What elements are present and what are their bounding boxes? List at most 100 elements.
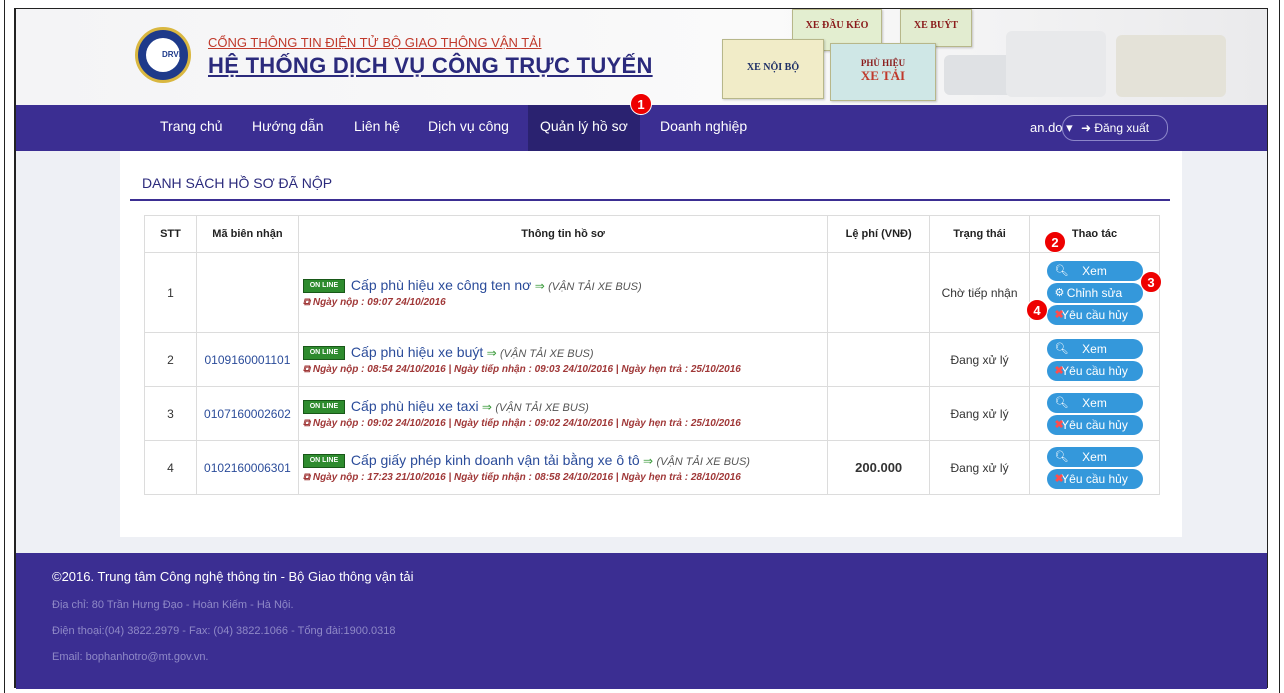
nav-doanh-nghiep[interactable]: Doanh nghiệp bbox=[648, 105, 759, 151]
row-info: ON LINE Cấp phù hiệu xe buýt ⇒ (VẬN TẢI X… bbox=[297, 332, 829, 387]
table-row: 1 ON LINE Cấp phù hiệu xe công ten nơ ⇒ (… bbox=[144, 252, 1160, 333]
row-dates: ⧉ Ngày nộp : 09:02 24/10/2016 | Ngày tiế… bbox=[302, 418, 741, 430]
card-xe-tai: PHÙ HIỆU XE TẢI bbox=[830, 43, 936, 101]
arrow-icon: ⇒ bbox=[643, 453, 654, 468]
row-status: Đang xử lý bbox=[929, 332, 1030, 387]
row-stt: 3 bbox=[144, 386, 197, 441]
row-code[interactable] bbox=[195, 252, 299, 333]
nav-dich-vu-cong[interactable]: Dịch vụ công bbox=[416, 105, 521, 151]
row-status: Chờ tiếp nhận bbox=[929, 252, 1030, 333]
view-button[interactable]: 🔍︎ Xem bbox=[1046, 446, 1143, 467]
col-ma-bien-nhan: Mã biên nhận bbox=[195, 215, 299, 253]
step-badge-4: 4 bbox=[1026, 299, 1048, 321]
service-link[interactable]: Cấp phù hiệu xe taxi bbox=[351, 398, 479, 414]
close-icon: ✖ bbox=[1054, 308, 1064, 321]
system-title[interactable]: HỆ THỐNG DỊCH VỤ CÔNG TRỰC TUYẾN bbox=[208, 53, 653, 79]
cancel-request-button[interactable]: ✖ Yêu cầu hủy bbox=[1046, 360, 1143, 381]
submitted-dossier-panel: DANH SÁCH HỒ SƠ ĐÃ NỘP STT Mã biên nhận … bbox=[120, 151, 1182, 537]
card-xe-buyt: XE BUÝT bbox=[900, 9, 972, 47]
service-category: (VẬN TẢI XE BUS) bbox=[495, 401, 589, 414]
search-icon: 🔍︎ bbox=[1054, 396, 1069, 409]
service-category: (VẬN TẢI XE BUS) bbox=[548, 280, 642, 293]
cancel-request-button[interactable]: ✖ Yêu cầu hủy bbox=[1046, 414, 1143, 435]
view-button[interactable]: 🔍︎ Xem bbox=[1046, 260, 1143, 281]
row-actions: 🔍︎ Xem ⚙ Chỉnh sửa ✖ Yêu cầu hủy bbox=[1029, 252, 1160, 333]
row-code[interactable]: 0102160006301 bbox=[195, 440, 299, 495]
row-code[interactable]: 0107160002602 bbox=[195, 386, 299, 441]
portal-title[interactable]: CỔNG THÔNG TIN ĐIỆN TỬ BỘ GIAO THÔNG VẬN… bbox=[208, 35, 542, 50]
card-xe-noi-bo: XE NỘI BỘ bbox=[722, 39, 824, 99]
table-row: 3 0107160002602 ON LINE Cấp phù hiệu xe t… bbox=[144, 386, 1160, 441]
close-icon: ✖ bbox=[1054, 364, 1064, 377]
header-banner: DRVN CỔNG THÔNG TIN ĐIỆN TỬ BỘ GIAO THÔN… bbox=[16, 9, 1267, 105]
nav-quan-ly-ho-so[interactable]: Quản lý hồ sơ bbox=[528, 105, 640, 151]
gear-icon: ⚙ bbox=[1054, 286, 1065, 299]
view-button[interactable]: 🔍︎ Xem bbox=[1046, 392, 1143, 413]
row-actions: 🔍︎ Xem ✖ Yêu cầu hủy bbox=[1029, 332, 1160, 387]
service-category: (VẬN TẢI XE BUS) bbox=[500, 347, 594, 360]
step-badge-3: 3 bbox=[1140, 271, 1162, 293]
cancel-request-button[interactable]: ✖ Yêu cầu hủy bbox=[1046, 304, 1143, 325]
footer-address: Địa chỉ: 80 Trần Hưng Đạo - Hoàn Kiếm - … bbox=[52, 599, 294, 611]
row-code[interactable]: 0109160001101 bbox=[195, 332, 299, 387]
col-thong-tin-ho-so: Thông tin hồ sơ bbox=[297, 215, 829, 253]
online-icon: ON LINE bbox=[302, 454, 345, 469]
cancel-request-button[interactable]: ✖ Yêu cầu hủy bbox=[1046, 468, 1143, 489]
drvn-logo[interactable]: DRVN bbox=[135, 27, 191, 83]
row-fee bbox=[827, 386, 931, 441]
logout-button[interactable]: ➜ Đăng xuất bbox=[1062, 115, 1168, 141]
truck-image bbox=[1006, 31, 1106, 97]
view-button[interactable]: 🔍︎ Xem bbox=[1046, 338, 1143, 359]
close-icon: ✖ bbox=[1054, 472, 1064, 485]
row-stt: 1 bbox=[144, 252, 197, 333]
panel-divider bbox=[130, 199, 1170, 201]
row-dates: ⧉ Ngày nộp : 17:23 21/10/2016 | Ngày tiế… bbox=[302, 472, 741, 484]
search-icon: 🔍︎ bbox=[1054, 450, 1069, 463]
nav-trang-chu[interactable]: Trang chủ bbox=[148, 105, 235, 151]
online-icon: ON LINE bbox=[302, 279, 345, 294]
logout-icon: ➜ bbox=[1080, 121, 1095, 135]
truck-image bbox=[944, 55, 1014, 95]
row-dates: ⧉ Ngày nộp : 08:54 24/10/2016 | Ngày tiế… bbox=[302, 364, 741, 376]
step-badge-2: 2 bbox=[1044, 231, 1066, 253]
edit-button[interactable]: ⚙ Chỉnh sửa bbox=[1046, 282, 1143, 303]
online-icon: ON LINE bbox=[302, 346, 345, 361]
dossier-table: STT Mã biên nhận Thông tin hồ sơ Lệ phí … bbox=[144, 215, 1160, 495]
row-info: ON LINE Cấp phù hiệu xe công ten nơ ⇒ (VẬ… bbox=[297, 252, 829, 333]
row-info: ON LINE Cấp phù hiệu xe taxi ⇒ (VẬN TẢI X… bbox=[297, 386, 829, 441]
row-dates: ⧉ Ngày nộp : 09:07 24/10/2016 bbox=[302, 297, 446, 309]
service-link[interactable]: Cấp phù hiệu xe công ten nơ bbox=[351, 277, 531, 293]
browser-frame: DRVN CỔNG THÔNG TIN ĐIỆN TỬ BỘ GIAO THÔN… bbox=[14, 8, 1268, 689]
row-actions: 🔍︎ Xem ✖ Yêu cầu hủy bbox=[1029, 440, 1160, 495]
service-link[interactable]: Cấp phù hiệu xe buýt bbox=[351, 344, 483, 360]
close-icon: ✖ bbox=[1054, 418, 1064, 431]
footer-email[interactable]: Email: bophanhotro@mt.gov.vn. bbox=[52, 651, 209, 663]
row-fee bbox=[827, 252, 931, 333]
search-icon: 🔍︎ bbox=[1054, 342, 1069, 355]
table-header-row: STT Mã biên nhận Thông tin hồ sơ Lệ phí … bbox=[144, 215, 1160, 253]
site-footer: ©2016. Trung tâm Công nghệ thông tin - B… bbox=[16, 553, 1267, 689]
row-stt: 4 bbox=[144, 440, 197, 495]
service-link[interactable]: Cấp giấy phép kinh doanh vận tải bằng xe… bbox=[351, 452, 640, 468]
footer-phone: Điện thoại:(04) 3822.2979 - Fax: (04) 38… bbox=[52, 625, 396, 637]
row-status: Đang xử lý bbox=[929, 440, 1030, 495]
row-fee bbox=[827, 332, 931, 387]
footer-copyright: ©2016. Trung tâm Công nghệ thông tin - B… bbox=[52, 569, 414, 584]
online-icon: ON LINE bbox=[302, 400, 345, 415]
row-status: Đang xử lý bbox=[929, 386, 1030, 441]
search-icon: 🔍︎ bbox=[1054, 264, 1069, 277]
table-row: 2 0109160001101 ON LINE Cấp phù hiệu xe b… bbox=[144, 332, 1160, 387]
page-border-left bbox=[4, 0, 5, 693]
nav-huong-dan[interactable]: Hướng dẫn bbox=[240, 105, 335, 151]
row-info: ON LINE Cấp giấy phép kinh doanh vận tải … bbox=[297, 440, 829, 495]
row-fee: 200.000 bbox=[827, 440, 931, 495]
col-stt: STT bbox=[144, 215, 197, 253]
col-trang-thai: Trạng thái bbox=[929, 215, 1030, 253]
col-le-phi: Lệ phí (VNĐ) bbox=[827, 215, 931, 253]
panel-title: DANH SÁCH HỒ SƠ ĐÃ NỘP bbox=[142, 175, 333, 191]
arrow-icon: ⇒ bbox=[486, 345, 497, 360]
arrow-icon: ⇒ bbox=[481, 399, 492, 414]
nav-lien-he[interactable]: Liên hệ bbox=[342, 105, 412, 151]
step-badge-1: 1 bbox=[630, 93, 652, 115]
page-border-right bbox=[1279, 0, 1280, 693]
